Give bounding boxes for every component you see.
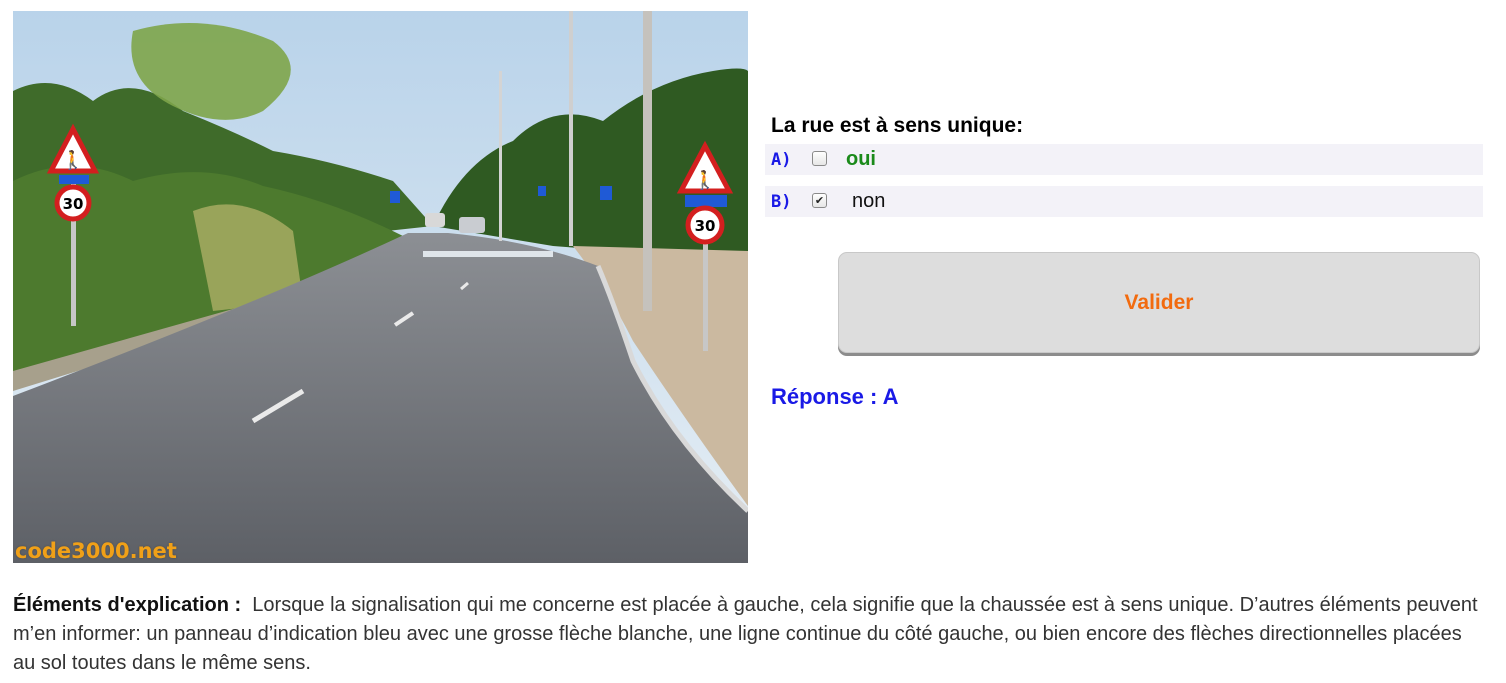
explanation: Éléments d'explication : Lorsque la sign… [13,591,1483,678]
answer-a-checkbox[interactable] [812,151,827,166]
page: 🚶 30 🚶 30 code3000.net La rue est à sens… [0,0,1506,683]
answer-option-b[interactable]: B) ✔ non [765,186,1483,217]
speed-limit-sign-left: 30 [63,195,84,213]
svg-text:🚶: 🚶 [62,149,84,171]
question-title: La rue est à sens unique: [771,114,1024,137]
road-scene-image: 🚶 30 🚶 30 [13,11,748,563]
answer-letter: A) [771,150,792,170]
answer-letter: B) [771,192,792,212]
answer-b-checkbox[interactable]: ✔ [812,193,827,208]
validate-button[interactable]: Valider [838,252,1480,353]
speed-limit-sign-right: 30 [695,217,716,235]
question-photo: 🚶 30 🚶 30 code3000.net [13,11,748,563]
correct-answer: Réponse : A [771,384,899,409]
checkmark-icon: ✔ [814,194,825,207]
svg-text:🚶: 🚶 [694,169,716,191]
explanation-label: Éléments d'explication : [13,594,242,616]
answer-option-a[interactable]: A) oui [765,144,1483,175]
watermark: code3000.net [15,539,177,563]
answer-label: non [852,190,886,212]
answer-label: oui [846,148,876,170]
